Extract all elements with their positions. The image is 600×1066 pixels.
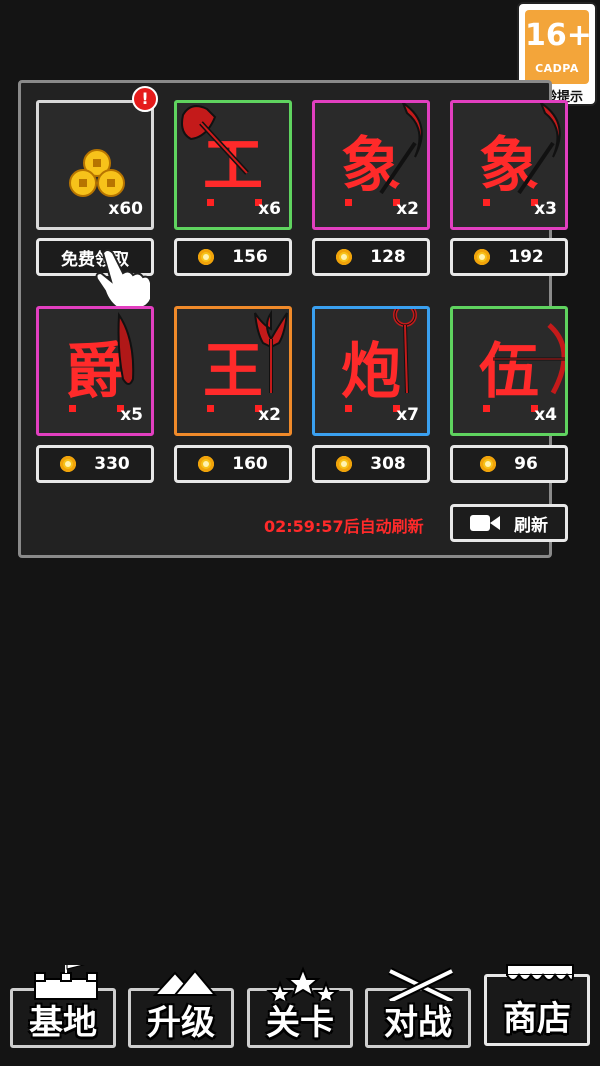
coin-icon [336, 456, 353, 472]
refresh-button[interactable]: 刷新 [450, 504, 568, 542]
card-count: x5 [120, 405, 143, 425]
shop-panel: x60 ! 工 x6 象 x2 象 x3 免费领取 156 128 192 爵 … [18, 80, 568, 558]
nav-levels[interactable]: 关卡 [247, 966, 353, 1048]
age-rating-top: 16+ CADPA [525, 10, 592, 84]
card-dot [345, 405, 352, 412]
card-dot [207, 199, 214, 206]
price-label: 192 [508, 247, 544, 267]
price-label: 128 [370, 247, 406, 267]
alert-badge: ! [132, 86, 158, 112]
nav-base[interactable]: 基地 [10, 965, 116, 1048]
card-dot [207, 405, 214, 412]
coin-icon [198, 249, 215, 265]
shop-card-wu[interactable]: 伍 x4 [450, 306, 568, 436]
price-label: 156 [232, 247, 268, 267]
shop-card-wang[interactable]: 王 x2 [174, 306, 292, 436]
card-count: x2 [396, 199, 419, 219]
price-label: 160 [232, 454, 268, 474]
price-label: 330 [94, 454, 130, 474]
nav-label: 升级 [147, 1003, 215, 1043]
card-glyph: 伍 [479, 337, 539, 407]
card-dot [483, 199, 490, 206]
price-label: 96 [514, 454, 538, 474]
nav-label: 基地 [29, 1003, 97, 1043]
card-count: x6 [258, 199, 281, 219]
card-count: x4 [534, 405, 557, 425]
card-dot [69, 405, 76, 412]
card-dot [345, 199, 352, 206]
nav-label: 关卡 [266, 1003, 334, 1043]
video-camera-icon [470, 515, 500, 531]
buy-button[interactable]: 96 [450, 445, 568, 483]
refresh-label: 刷新 [514, 515, 548, 536]
age-rating-number: 16+ [525, 18, 592, 53]
card-glyph: 王 [203, 337, 263, 407]
buy-button[interactable]: 192 [450, 238, 568, 276]
price-label: 308 [370, 454, 406, 474]
card-glyph: 象 [479, 131, 539, 201]
card-count: x7 [396, 405, 419, 425]
coin-icon [336, 249, 353, 265]
shop-card-pao[interactable]: 炮 x7 [312, 306, 430, 436]
shop-card-free-coins[interactable]: x60 [36, 100, 154, 230]
buy-button[interactable]: 156 [174, 238, 292, 276]
refresh-timer: 02:59:57后自动刷新 [264, 517, 424, 536]
age-rating-org: CADPA [535, 62, 579, 75]
card-dot [483, 405, 490, 412]
nav-upgrade[interactable]: 升级 [128, 969, 234, 1048]
buy-button[interactable]: 128 [312, 238, 430, 276]
shop-card-xiang-1[interactable]: 象 x2 [312, 100, 430, 230]
coin-icon [474, 249, 491, 265]
card-glyph: 象 [341, 131, 401, 201]
buy-button[interactable]: 160 [174, 445, 292, 483]
coin-icon [198, 456, 215, 472]
card-count: x2 [258, 405, 281, 425]
nav-label: 商店 [503, 999, 571, 1039]
card-glyph: 爵 [65, 337, 125, 407]
shop-card-gong[interactable]: 工 x6 [174, 100, 292, 230]
pointing-hand-icon [95, 249, 152, 310]
coin-icon [60, 456, 77, 472]
card-glyph: 工 [203, 131, 263, 201]
shop-card-xiang-2[interactable]: 象 x3 [450, 100, 568, 230]
card-count: x60 [108, 199, 143, 219]
buy-button[interactable]: 330 [36, 445, 154, 483]
card-count: x3 [534, 199, 557, 219]
buy-button[interactable]: 308 [312, 445, 430, 483]
nav-shop[interactable]: 商店 [484, 964, 590, 1046]
coin-icon [480, 456, 497, 472]
shop-card-jue[interactable]: 爵 x5 [36, 306, 154, 436]
nav-battle[interactable]: 对战 [365, 967, 471, 1048]
nav-label: 对战 [384, 1003, 452, 1043]
card-glyph: 炮 [341, 337, 401, 407]
